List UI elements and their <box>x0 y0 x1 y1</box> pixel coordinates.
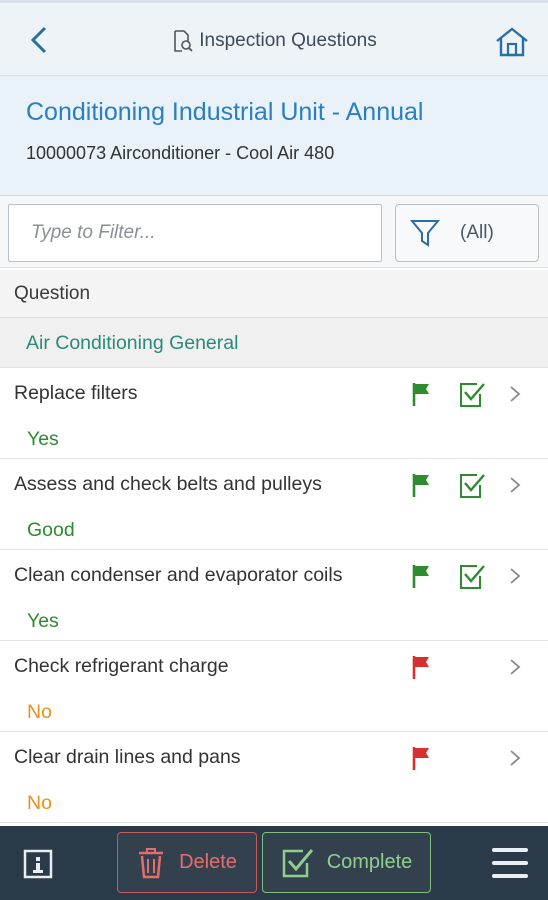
trash-icon <box>139 847 164 878</box>
filter-bar: (All) <box>0 196 548 268</box>
page-header: Inspection Questions <box>0 29 548 53</box>
answer-text: No <box>27 701 52 723</box>
group-header[interactable]: Air Conditioning General <box>0 318 548 368</box>
answer-text: No <box>27 792 52 814</box>
chevron-right-icon <box>508 749 522 767</box>
answer-text: Yes <box>27 610 59 632</box>
document-search-icon <box>174 30 193 52</box>
red-flag-icon <box>410 654 434 680</box>
info-icon <box>23 849 53 879</box>
chevron-right-icon <box>508 567 522 585</box>
question-row[interactable]: Clean condenser and evaporator coils Yes <box>0 550 548 641</box>
checkbox-icon <box>282 848 313 877</box>
chevron-right-icon <box>508 658 522 676</box>
question-text: Clean condenser and evaporator coils <box>14 564 343 586</box>
checked-icon <box>458 563 486 591</box>
question-row[interactable]: Assess and check belts and pulleys Good <box>0 459 548 550</box>
info-button[interactable] <box>20 846 56 882</box>
question-text: Check refrigerant charge <box>14 655 229 677</box>
complete-label: Complete <box>326 851 413 873</box>
answer-text: Yes <box>27 428 59 450</box>
red-flag-icon <box>410 745 434 771</box>
column-header-question: Question <box>0 270 548 318</box>
footer-toolbar: Delete Complete <box>0 826 548 900</box>
chevron-right-icon <box>508 476 522 494</box>
filter-scope-label: (All) <box>460 222 494 243</box>
question-row[interactable]: Check refrigerant charge No <box>0 641 548 732</box>
object-title: Conditioning Industrial Unit - Annual <box>26 98 424 126</box>
question-text: Assess and check belts and pulleys <box>14 473 322 495</box>
object-header: Conditioning Industrial Unit - Annual 10… <box>0 76 548 196</box>
top-bar: Inspection Questions <box>0 0 548 76</box>
checked-icon <box>458 472 486 500</box>
green-flag-icon <box>410 563 434 589</box>
question-text: Replace filters <box>14 382 138 404</box>
hamburger-menu-icon <box>492 848 528 852</box>
question-row[interactable]: Replace filters Yes <box>0 368 548 459</box>
answer-text: Good <box>27 519 75 541</box>
green-flag-icon <box>410 472 434 498</box>
filter-scope-button[interactable]: (All) <box>395 204 539 262</box>
menu-button[interactable] <box>492 848 528 878</box>
question-text: Clear drain lines and pans <box>14 746 241 768</box>
delete-button[interactable]: Delete <box>117 832 257 893</box>
filter-funnel-icon <box>410 220 440 247</box>
filter-input[interactable] <box>8 204 382 262</box>
complete-button[interactable]: Complete <box>262 832 431 893</box>
home-button[interactable] <box>494 25 530 59</box>
question-list: Replace filters Yes Assess and check bel… <box>0 368 548 823</box>
page-title: Inspection Questions <box>199 30 377 51</box>
question-row[interactable]: Clear drain lines and pans No <box>0 732 548 823</box>
checked-icon <box>458 381 486 409</box>
object-subtitle: 10000073 Airconditioner - Cool Air 480 <box>26 143 335 163</box>
chevron-right-icon <box>508 385 522 403</box>
home-icon <box>496 27 528 57</box>
delete-label: Delete <box>179 851 237 873</box>
green-flag-icon <box>410 381 434 407</box>
